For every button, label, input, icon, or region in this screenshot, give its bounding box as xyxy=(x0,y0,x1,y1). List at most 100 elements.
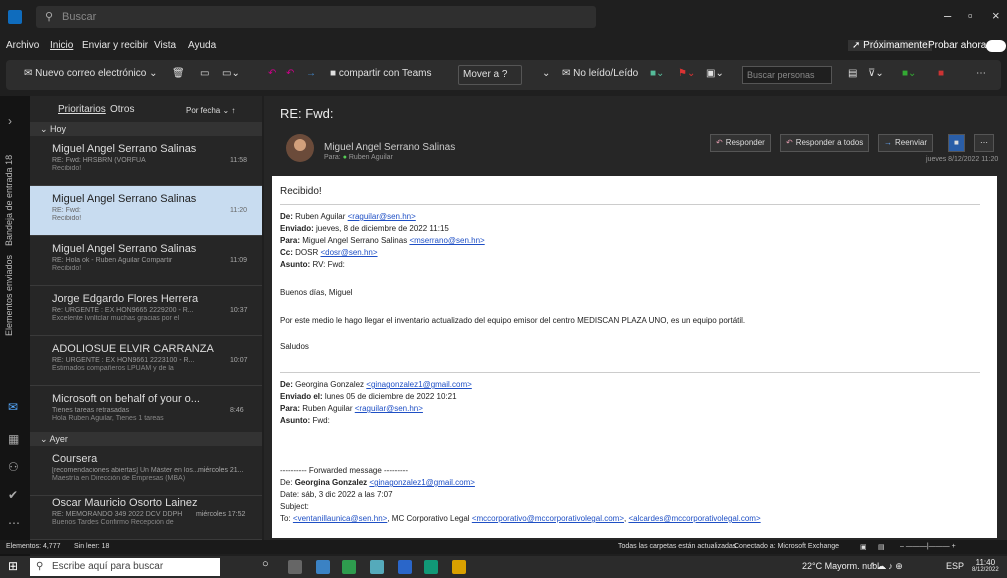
task-view-icon[interactable]: ○ xyxy=(262,558,276,572)
addin2-icon[interactable]: ■ xyxy=(938,68,944,79)
list-item[interactable]: Oscar Mauricio Osorto Lainez RE: MEMORAN… xyxy=(30,490,262,540)
fwd3-email[interactable]: <ginagonzalez1@gmail.com> xyxy=(369,478,475,487)
categorize-icon[interactable]: ■⌄ xyxy=(650,68,664,79)
dropdown-icon[interactable]: ⌄ xyxy=(542,68,550,79)
app2-icon[interactable] xyxy=(452,560,466,574)
minimize-icon[interactable]: – xyxy=(944,8,951,23)
reply-all-button[interactable]: ↶ Responder a todos xyxy=(780,134,870,152)
menu-ayuda[interactable]: Ayuda xyxy=(188,40,216,51)
fwd1-cc: DOSR xyxy=(295,248,319,257)
reading-subject: RE: Fwd: xyxy=(280,106,334,121)
clock-date: 8/12/2022 xyxy=(972,567,999,573)
fwd2-para-email[interactable]: <raguilar@sen.hn> xyxy=(355,404,423,413)
read-unread-label: No leído/Leído xyxy=(573,68,639,79)
move-to-button[interactable]: Mover a ? xyxy=(458,65,522,85)
list-item[interactable]: Microsoft on behalf of your o... Tienes … xyxy=(30,386,262,436)
people-icon[interactable]: ⚇ xyxy=(8,460,19,474)
forward-icon[interactable]: → xyxy=(306,68,316,79)
fwd1-para-email[interactable]: <mserrano@sen.hn> xyxy=(409,236,484,245)
restore-icon[interactable]: ▫ xyxy=(968,8,973,23)
more-apps-icon[interactable]: ⋯ xyxy=(8,516,20,530)
search-box[interactable]: ⚲ Buscar xyxy=(36,6,596,28)
group-hoy[interactable]: ⌄ Hoy xyxy=(30,122,262,136)
read-unread-button[interactable]: ✉ No leído/Leído xyxy=(562,68,638,79)
fwd2-enviado-label: Enviado el: xyxy=(280,392,323,401)
list-item[interactable]: ADOLIOSUE ELVIR CARRANZA RE: URGENTE : E… xyxy=(30,336,262,386)
windows-start-icon[interactable]: ⊞ xyxy=(8,559,22,573)
more-icon[interactable]: ⋯ xyxy=(976,68,986,79)
new-outlook-toggle[interactable] xyxy=(986,40,1006,52)
normal-view-icon[interactable]: ▣ xyxy=(860,543,867,551)
language-indicator[interactable]: ESP xyxy=(946,561,964,571)
group-ayer[interactable]: ⌄ Ayer xyxy=(30,432,262,446)
teams-label: compartir con Teams xyxy=(338,68,432,79)
more-actions-icon[interactable]: ⋯ xyxy=(974,134,994,152)
fwd3-to1[interactable]: <ventanillaunica@sen.hn> xyxy=(293,514,387,523)
sender-name[interactable]: Miguel Angel Serrano Salinas xyxy=(324,142,455,153)
forward-button[interactable]: → Reenviar xyxy=(878,134,934,152)
expand-icon[interactable]: › xyxy=(8,114,12,128)
list-item[interactable]: Coursera [recomendaciones abiertas] Un M… xyxy=(30,446,262,496)
fwd3-to2[interactable]: <mccorporativo@mccorporativolegal.com> xyxy=(472,514,624,523)
rail-sent-label[interactable]: Elementos enviados xyxy=(4,246,24,336)
message-preview: Excelente Ivnltclar muchas gracias por e… xyxy=(52,315,180,322)
mail-icon[interactable]: ✉ xyxy=(8,400,18,414)
filter-icon[interactable]: ⊽⌄ xyxy=(868,68,884,79)
tab-prioritarios[interactable]: Prioritarios xyxy=(58,104,106,115)
new-mail-button[interactable]: ✉ Nuevo correo electrónico ⌄ xyxy=(24,68,158,79)
address-book-icon[interactable]: ▤ xyxy=(848,68,857,79)
fwd1-cc-email[interactable]: <dosr@sen.hn> xyxy=(320,248,377,257)
addin-icon[interactable]: ■⌄ xyxy=(902,68,916,79)
tab-otros[interactable]: Otros xyxy=(110,104,134,115)
taskbar-search[interactable]: ⚲ Escribe aquí para buscar xyxy=(30,558,220,576)
menu-vista[interactable]: Vista xyxy=(154,40,176,51)
fwd1-de-email[interactable]: <raguilar@sen.hn> xyxy=(348,212,416,221)
reading-view-icon[interactable]: ▤ xyxy=(878,543,885,551)
widgets-icon[interactable] xyxy=(288,560,302,574)
app-icon[interactable] xyxy=(370,560,384,574)
close-icon[interactable]: × xyxy=(992,8,1000,23)
fwd2-de-email[interactable]: <ginagonzalez1@gmail.com> xyxy=(366,380,472,389)
sort-by-date[interactable]: Por fecha ⌄ ↑ xyxy=(186,106,235,115)
group-ayer-label: Ayer xyxy=(49,434,68,444)
file-explorer-icon[interactable] xyxy=(316,560,330,574)
rail-inbox-label[interactable]: Bandeja de entrada 18 xyxy=(4,136,24,246)
archive-icon[interactable]: ▭ xyxy=(200,68,209,79)
word-icon[interactable] xyxy=(424,560,438,574)
menu-archivo[interactable]: Archivo xyxy=(6,40,39,51)
fwd1-enviado-label: Enviado: xyxy=(280,224,314,233)
list-item[interactable]: Miguel Angel Serrano Salinas RE: Hola ok… xyxy=(30,236,262,286)
chrome-icon[interactable] xyxy=(342,560,356,574)
reply-button[interactable]: ↶ Responder xyxy=(710,134,771,152)
message-preview: Recibido! xyxy=(52,265,82,272)
list-item[interactable]: Miguel Angel Serrano Salinas RE: Fwd: HR… xyxy=(30,136,262,186)
teams-share-icon[interactable]: ■ xyxy=(948,134,965,152)
menu-enviar-recibir[interactable]: Enviar y recibir xyxy=(82,40,148,51)
to-recipient[interactable]: Ruben Aguilar xyxy=(349,154,393,161)
search-people-input[interactable]: Buscar personas xyxy=(742,66,832,84)
delete-icon[interactable]: 🗑 xyxy=(172,68,185,79)
avatar[interactable] xyxy=(286,134,314,162)
to-prefix: Para: xyxy=(324,154,341,161)
list-item[interactable]: Jorge Edgardo Flores Herrera Re: URGENTE… xyxy=(30,286,262,336)
body-hello: Buenos días, Miguel xyxy=(280,288,353,297)
message-subject: RE: URGENTE : EX HON9661 2223100 - R... xyxy=(52,357,195,364)
tray-icons[interactable]: ^ ☁ ♪ ⊕ xyxy=(870,561,903,572)
clock[interactable]: 11:40 8/12/2022 xyxy=(972,558,999,573)
zoom-slider[interactable]: – ———|——— + xyxy=(900,543,956,550)
reply-all-icon[interactable]: ↶ xyxy=(286,68,294,79)
teams-button[interactable]: ■ compartir con Teams xyxy=(330,68,431,79)
tasks-icon[interactable]: ✔ xyxy=(8,488,18,502)
menu-inicio[interactable]: Inicio xyxy=(50,40,73,51)
reply-icon[interactable]: ↶ xyxy=(268,68,276,79)
list-item-selected[interactable]: Miguel Angel Serrano Salinas RE: Fwd: Re… xyxy=(30,186,262,236)
rules-icon[interactable]: ▣⌄ xyxy=(706,68,724,79)
calendar-icon[interactable]: ▦ xyxy=(8,432,19,446)
fwd3-to3[interactable]: <alcardes@mccorporativolegal.com> xyxy=(628,514,760,523)
flag-icon[interactable]: ⚑⌄ xyxy=(678,68,695,79)
outlook-taskbar-icon[interactable] xyxy=(398,560,412,574)
message-preview: Buenos Tardes Confirmo Recepción de xyxy=(52,519,174,526)
clock-time: 11:40 xyxy=(975,558,996,567)
message-from: ADOLIOSUE ELVIR CARRANZA xyxy=(52,343,214,355)
move-icon[interactable]: ▭⌄ xyxy=(222,68,240,79)
